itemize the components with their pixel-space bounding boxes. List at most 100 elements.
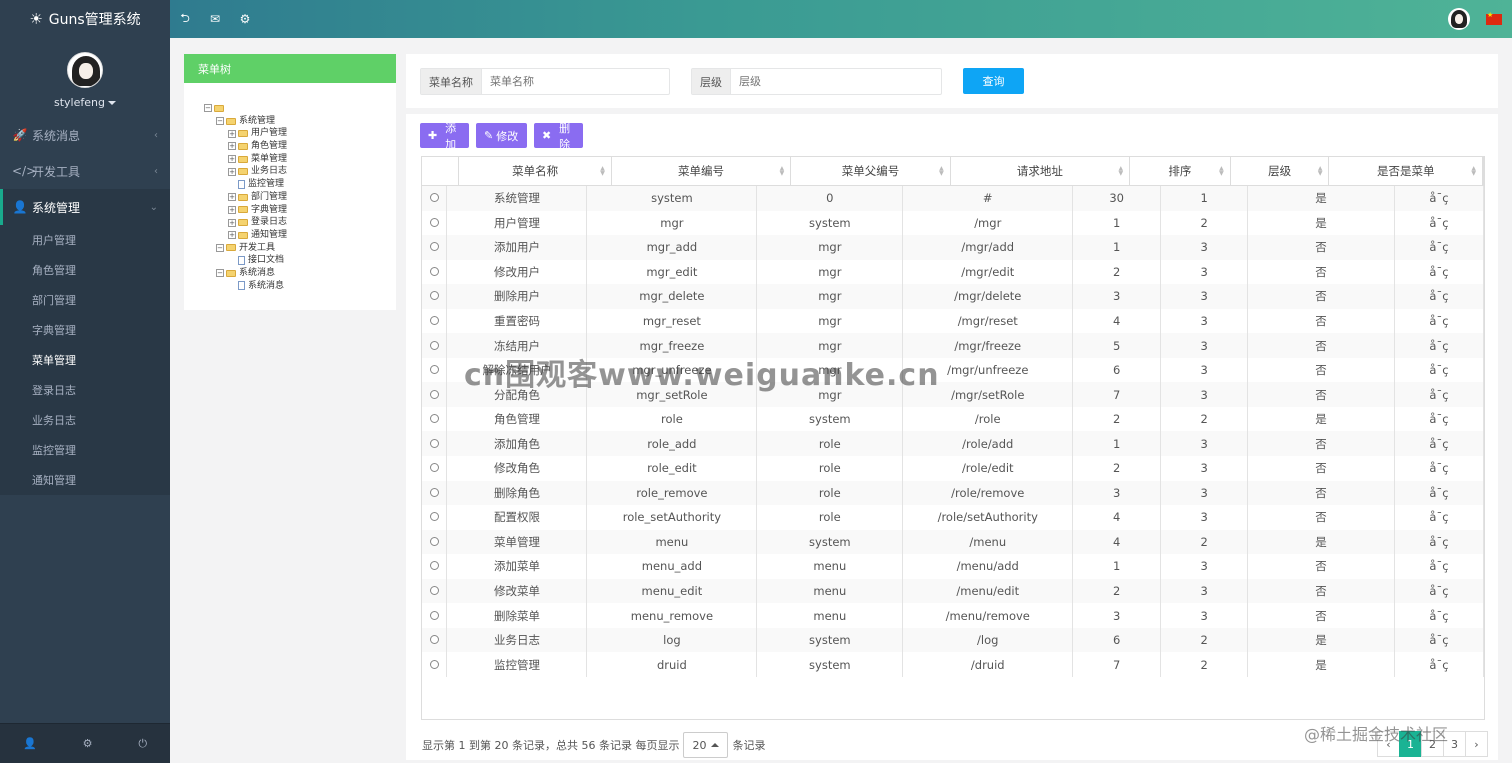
tree-node[interactable]: − 系统管理	[204, 115, 287, 128]
table-row[interactable]: 修改角色 role_edit role/role/edit 2 3 否 å¯ç	[422, 456, 1484, 481]
submenu-item[interactable]: 角色管理	[0, 255, 170, 285]
page-button[interactable]: 3	[1443, 731, 1466, 757]
submenu-item[interactable]: 业务日志	[0, 405, 170, 435]
back-icon[interactable]: ⮌	[170, 0, 200, 38]
expand-icon[interactable]: +	[228, 142, 236, 151]
table-row[interactable]: 角色管理 role system/role 2 2 是 å¯ç	[422, 406, 1484, 432]
row-radio[interactable]	[429, 561, 439, 571]
tree-node[interactable]: + 菜单管理	[204, 153, 287, 166]
table-row[interactable]: 删除用户 mgr_delete mgr/mgr/delete 3 3 否 å¯ç	[422, 284, 1484, 309]
row-radio[interactable]	[429, 438, 439, 448]
page-button[interactable]: 1	[1399, 731, 1422, 757]
header-avatar[interactable]	[1448, 8, 1470, 30]
submenu-item[interactable]: 通知管理	[0, 465, 170, 495]
username-dropdown[interactable]: stylefeng	[54, 96, 116, 109]
expand-icon[interactable]: +	[228, 167, 236, 176]
sidebar-item-0[interactable]: 🚀 系统消息 ‹	[0, 117, 170, 153]
table-row[interactable]: 冻结用户 mgr_freeze mgr/mgr/freeze 5 3 否 å¯ç	[422, 333, 1484, 358]
table-row[interactable]: 修改菜单 menu_edit menu/menu/edit 2 3 否 å¯ç	[422, 578, 1484, 604]
submenu-item[interactable]: 用户管理	[0, 225, 170, 255]
mail-icon[interactable]: ✉	[200, 0, 230, 38]
page-button[interactable]: ‹	[1377, 731, 1400, 757]
column-header[interactable]: 排序 ▲ ▼	[1129, 157, 1231, 187]
level-input[interactable]	[731, 69, 937, 94]
page-button[interactable]: ›	[1465, 731, 1488, 757]
edit-button[interactable]: ✎ 修改	[476, 123, 527, 148]
table-row[interactable]: 配置权限 role_setAuthority role/role/setAuthor…	[422, 505, 1484, 530]
tree-node[interactable]: −	[204, 102, 287, 115]
expand-icon[interactable]: +	[228, 129, 236, 138]
tree-node[interactable]: + 部门管理	[204, 191, 287, 204]
tree-node[interactable]: 接口文档	[204, 254, 287, 267]
column-header[interactable]: 是否是菜单 ▲ ▼	[1328, 157, 1483, 187]
table-row[interactable]: 分配角色 mgr_setRole mgr/mgr/setRole 7 3 否 å¯ç	[422, 382, 1484, 407]
china-flag-icon[interactable]	[1486, 11, 1502, 25]
row-radio[interactable]	[429, 193, 439, 203]
sidebar-item-1[interactable]: </> 开发工具 ‹	[0, 153, 170, 189]
submenu-item[interactable]: 登录日志	[0, 375, 170, 405]
submenu-item[interactable]: 字典管理	[0, 315, 170, 345]
column-header[interactable]: 菜单父编号 ▲ ▼	[790, 157, 951, 187]
collapse-icon[interactable]: −	[216, 269, 224, 278]
avatar[interactable]	[67, 52, 103, 88]
table-row[interactable]: 修改用户 mgr_edit mgr/mgr/edit 2 3 否 å¯ç	[422, 259, 1484, 285]
query-button[interactable]: 查询	[963, 68, 1024, 94]
expand-icon[interactable]: +	[228, 231, 236, 240]
row-radio[interactable]	[429, 242, 439, 252]
table-row[interactable]: 系统管理 system 0 #30 1 是 å¯ç	[422, 186, 1484, 211]
table-row[interactable]: 添加菜单 menu_add menu/menu/add 1 3 否 å¯ç	[422, 554, 1484, 579]
tree-node[interactable]: + 字典管理	[204, 204, 287, 217]
table-row[interactable]: 监控管理 druid system/druid 7 2 是 å¯ç	[422, 652, 1484, 677]
table-row[interactable]: 删除角色 role_remove role/role/remove 3 3 否 å¯ç	[422, 480, 1484, 506]
page-size-select[interactable]: 20	[683, 732, 729, 758]
column-header[interactable]: 请求地址 ▲ ▼	[950, 157, 1131, 187]
tree-node[interactable]: − 开发工具	[204, 242, 287, 255]
tree-node[interactable]: − 系统消息	[204, 267, 287, 280]
table-row[interactable]: 菜单管理 menu system/menu 4 2 是 å¯ç	[422, 529, 1484, 555]
collapse-icon[interactable]: −	[216, 243, 224, 252]
page-button[interactable]: 2	[1421, 731, 1444, 757]
row-radio[interactable]	[429, 463, 439, 473]
row-radio[interactable]	[429, 659, 439, 669]
expand-icon[interactable]: +	[228, 155, 236, 164]
app-brand[interactable]: ☀ Guns管理系统	[0, 0, 170, 38]
tree-node[interactable]: 系统消息	[204, 280, 287, 293]
row-radio[interactable]	[429, 635, 439, 645]
gear-icon[interactable]: ⚙	[83, 737, 93, 750]
expand-icon[interactable]: +	[228, 193, 236, 202]
row-radio[interactable]	[429, 414, 439, 424]
row-radio[interactable]	[429, 487, 439, 497]
tree-node[interactable]: 监控管理	[204, 178, 287, 191]
collapse-icon[interactable]: −	[204, 104, 212, 113]
row-radio[interactable]	[429, 512, 439, 522]
submenu-item[interactable]: 菜单管理	[0, 345, 170, 375]
tree-node[interactable]: + 用户管理	[204, 127, 287, 140]
expand-icon[interactable]: +	[228, 205, 236, 214]
column-header[interactable]: 菜单编号 ▲ ▼	[611, 157, 792, 187]
column-header[interactable]: 层级 ▲ ▼	[1230, 157, 1330, 187]
settings-icon[interactable]: ⚙	[230, 0, 260, 38]
column-header[interactable]: 菜单名称 ▲ ▼	[458, 157, 612, 187]
tree-node[interactable]: + 通知管理	[204, 229, 287, 242]
submenu-item[interactable]: 监控管理	[0, 435, 170, 465]
table-row[interactable]: 业务日志 log system/log 6 2 是 å¯ç	[422, 627, 1484, 653]
table-row[interactable]: 用户管理 mgr system/mgr 1 2 是 å¯ç	[422, 210, 1484, 236]
menu-name-input[interactable]	[482, 69, 666, 94]
row-radio[interactable]	[429, 316, 439, 325]
row-radio[interactable]	[429, 536, 439, 546]
table-row[interactable]: 删除菜单 menu_remove menu/menu/remove 3 3 否 å¯ç	[422, 603, 1484, 628]
submenu-item[interactable]: 部门管理	[0, 285, 170, 315]
expand-icon[interactable]: +	[228, 218, 236, 227]
table-row[interactable]: 添加角色 role_add role/role/add 1 3 否 å¯ç	[422, 431, 1484, 457]
add-button[interactable]: ✚ 添加	[420, 122, 469, 151]
row-radio[interactable]	[429, 217, 439, 227]
row-radio[interactable]	[429, 340, 439, 350]
table-row[interactable]: 重置密码 mgr_reset mgr/mgr/reset 4 3 否 å¯ç	[422, 308, 1484, 334]
row-radio[interactable]	[429, 586, 439, 596]
collapse-icon[interactable]: −	[216, 117, 224, 126]
user-icon[interactable]: 👤	[23, 737, 37, 750]
power-icon[interactable]: ⏻	[138, 737, 147, 751]
tree-node[interactable]: + 登录日志	[204, 216, 287, 229]
tree-node[interactable]: + 角色管理	[204, 140, 287, 153]
table-row[interactable]: 解除冻结用户 mgr_unfreeze mgr/mgr/unfreeze 6 3 否 å¯ç	[422, 357, 1484, 383]
